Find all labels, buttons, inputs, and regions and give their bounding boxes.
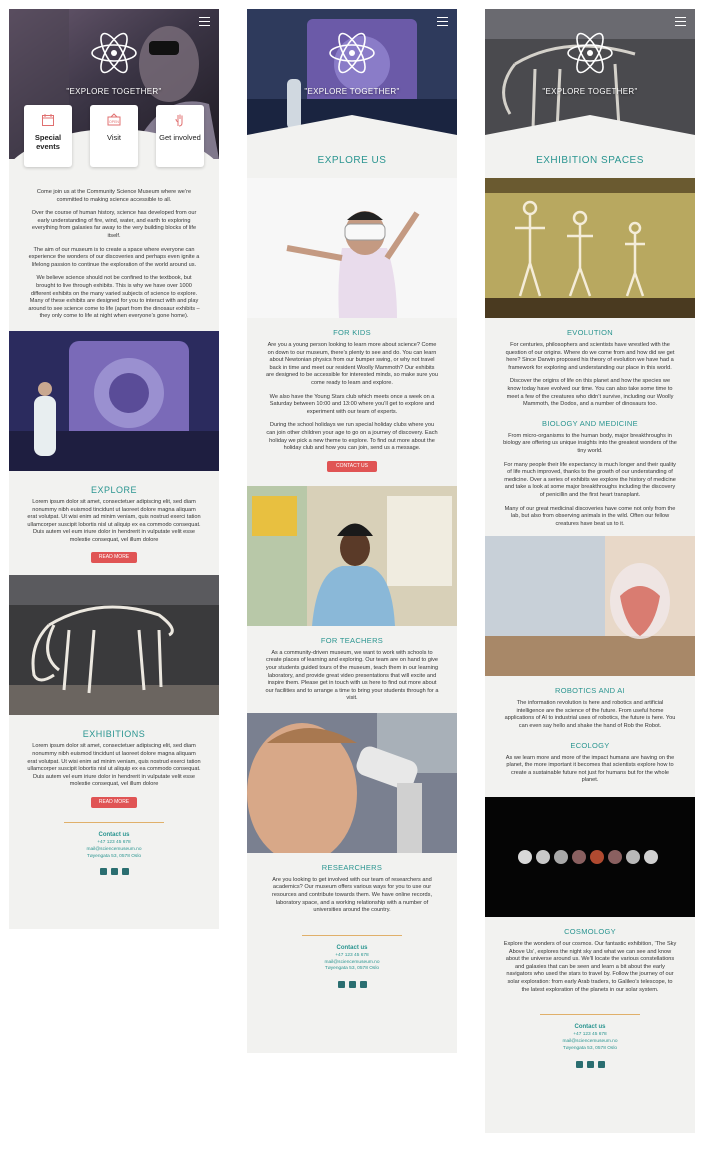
contact-email[interactable]: mail@sciencemuseum.no	[485, 1039, 695, 1046]
researchers-photo-microscope	[247, 712, 457, 853]
robotics-photo-anatomy-model	[485, 536, 695, 677]
robotics-text: The information revolution is here and r…	[504, 700, 676, 730]
raised-hand-icon	[175, 114, 183, 127]
get-involved-card[interactable]: Get involved	[156, 105, 204, 167]
screen-home: "EXPLORE TOGETHER" Special events OPEN V…	[9, 9, 219, 929]
biology-text: For many people their life expectancy is…	[504, 461, 676, 498]
social-icon-1[interactable]	[337, 981, 345, 989]
biology-heading: BIOLOGY AND MEDICINE	[542, 418, 638, 428]
contact-address: Tøyengata 53, 0578 Oslo	[86, 853, 142, 859]
card-label: Get involved	[159, 133, 201, 142]
screen-exhibition-spaces: "EXPLORE TOGETHER" EXHIBITION SPACES EVO…	[485, 9, 695, 1133]
special-events-card[interactable]: Special events	[24, 105, 72, 167]
hero-chevron	[485, 115, 695, 145]
social-icon-2[interactable]	[586, 1060, 594, 1068]
social-icon-3[interactable]	[121, 868, 129, 876]
menu-icon[interactable]	[675, 17, 686, 26]
contact-address: Tøyengata 53, 0578 Oslo	[324, 966, 380, 972]
hero-tagline: "EXPLORE TOGETHER"	[304, 87, 400, 96]
contact-us-button[interactable]: CONTACT US	[327, 460, 377, 472]
cosmology-text: Explore the wonders of our cosmos. Our f…	[503, 941, 677, 993]
intro-paragraph: The aim of our museum is to create a spa…	[28, 246, 200, 268]
hero-banner: "EXPLORE TOGETHER"	[485, 9, 695, 145]
atom-logo-icon	[91, 32, 137, 74]
explore-photo-scientist-machine	[9, 330, 219, 471]
menu-icon[interactable]	[199, 17, 210, 26]
svg-text:OPEN: OPEN	[109, 120, 119, 124]
menu-icon[interactable]	[437, 17, 448, 26]
social-icon-1[interactable]	[99, 868, 107, 876]
researchers-heading: RESEARCHERS	[321, 862, 383, 872]
social-icon-3[interactable]	[359, 981, 367, 989]
page-heading: EXHIBITION SPACES	[536, 155, 644, 166]
ecology-heading: ECOLOGY	[570, 740, 610, 750]
social-icon-1[interactable]	[575, 1060, 583, 1068]
explore-read-more-button[interactable]: READ MORE	[91, 552, 137, 564]
contact-title: Contact us	[98, 832, 130, 839]
contact-phone[interactable]: +47 123 45 678	[247, 953, 457, 960]
contact-email[interactable]: mail@sciencemuseum.no	[9, 847, 219, 854]
social-icon-2[interactable]	[110, 868, 118, 876]
exhibitions-photo-mammoth-skeleton	[9, 575, 219, 716]
evolution-heading: EVOLUTION	[566, 328, 614, 337]
robotics-heading: ROBOTICS AND AI	[555, 686, 625, 696]
atom-logo-icon	[329, 32, 375, 74]
atom-logo-icon	[567, 32, 613, 74]
exhibitions-read-more-button[interactable]: READ MORE	[91, 797, 137, 809]
cosmology-photo-moon-phases	[485, 797, 695, 918]
open-sign-icon: OPEN	[107, 113, 121, 126]
explore-text: Lorem ipsum dolor sit amet, consectetuer…	[27, 498, 201, 543]
footer: Contact us +47 123 45 678 mail@sciencemu…	[9, 822, 219, 876]
social-icon-2[interactable]	[348, 981, 356, 989]
kids-photo-vr-child	[247, 178, 457, 318]
cosmology-heading: COSMOLOGY	[564, 927, 616, 937]
kids-heading: FOR KIDS	[333, 328, 371, 337]
contact-title: Contact us	[574, 1024, 606, 1031]
hero-banner: "EXPLORE TOGETHER"	[247, 9, 457, 145]
exhibitions-text: Lorem ipsum dolor sit amet, consectetuer…	[27, 743, 201, 788]
footer: Contact us +47 123 45 678 mail@sciencemu…	[247, 934, 457, 989]
evolution-text: Discover the origins of life on this pla…	[506, 378, 674, 408]
kids-text: Are you a young person looking to learn …	[266, 342, 438, 386]
social-links	[247, 981, 457, 989]
contact-address: Tøyengata 53, 0578 Oslo	[562, 1045, 618, 1051]
kids-text: During the school holidays we run specia…	[266, 422, 438, 452]
page-heading: EXPLORE US	[317, 155, 387, 166]
contact-phone[interactable]: +47 123 45 678	[9, 840, 219, 847]
hero-chevron	[247, 115, 457, 145]
contact-phone[interactable]: +47 123 45 678	[485, 1032, 695, 1039]
card-label: Special events	[34, 133, 62, 151]
teachers-photo-teacher	[247, 485, 457, 626]
teachers-text: As a community-driven museum, we want to…	[265, 649, 439, 702]
footer-divider	[540, 1014, 640, 1016]
footer-divider	[64, 822, 164, 824]
evolution-text: For centuries, philosophers and scientis…	[505, 342, 675, 371]
evolution-photo-skeletons	[485, 178, 695, 318]
social-icon-3[interactable]	[597, 1060, 605, 1068]
footer: Contact us +47 123 45 678 mail@sciencemu…	[485, 1014, 695, 1068]
footer-divider	[302, 934, 402, 936]
hero-tagline: "EXPLORE TOGETHER"	[66, 87, 162, 96]
hero-tagline: "EXPLORE TOGETHER"	[542, 87, 638, 96]
intro-paragraph: Over the course of human history, scienc…	[31, 210, 197, 239]
teachers-heading: FOR TEACHERS	[320, 635, 384, 645]
social-links	[9, 868, 219, 876]
ecology-text: As we learn more and more of the impact …	[505, 754, 675, 784]
intro-paragraph: Come join us at the Community Science Mu…	[36, 189, 192, 203]
biology-text: From micro-organisms to the human body, …	[503, 432, 677, 454]
calendar-icon	[42, 114, 54, 126]
screen-explore-us: "EXPLORE TOGETHER" EXPLORE US FOR KIDS A…	[247, 9, 457, 1053]
visit-card[interactable]: OPEN Visit	[90, 105, 138, 167]
researchers-text: Are you looking to get involved with our…	[271, 876, 433, 914]
intro-paragraph: We believe science should not be confine…	[28, 275, 200, 320]
social-links	[485, 1060, 695, 1068]
quick-links: Special events OPEN Visit Get involved	[24, 105, 204, 167]
biology-text: Many of our great medicinal discoveries …	[504, 505, 676, 527]
contact-title: Contact us	[336, 944, 368, 951]
kids-text: We also have the Young Stars club which …	[269, 393, 435, 415]
card-label: Visit	[106, 133, 122, 142]
